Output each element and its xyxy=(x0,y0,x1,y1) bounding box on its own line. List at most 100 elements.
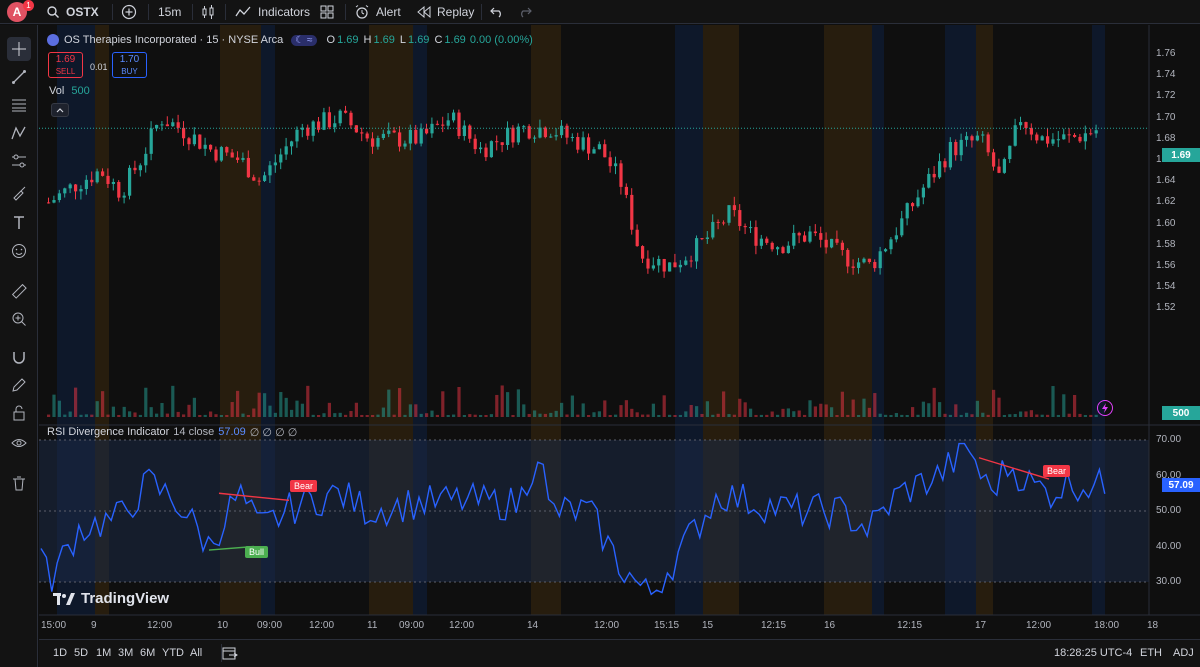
brush-tool[interactable] xyxy=(7,181,31,205)
layouts-button[interactable] xyxy=(320,0,334,24)
remove-drawings-tool[interactable] xyxy=(7,471,31,495)
magnet-tool[interactable] xyxy=(7,345,31,369)
volume-bar xyxy=(695,406,699,417)
candle-body xyxy=(716,221,720,223)
interval-button[interactable]: 15m xyxy=(158,0,181,24)
clock-display[interactable]: 18:28:25 UTC-4 xyxy=(1054,647,1132,659)
chart-type-button[interactable] xyxy=(200,0,216,24)
volume-bar xyxy=(992,389,996,417)
collapse-legend-button[interactable] xyxy=(51,103,69,117)
candle-body xyxy=(479,147,483,150)
volume-bar xyxy=(252,408,256,417)
volume-bar xyxy=(1008,414,1012,417)
symbol-search[interactable]: OSTX xyxy=(46,0,99,24)
candle-body xyxy=(981,134,985,136)
volume-bar xyxy=(948,414,952,417)
volume-bar xyxy=(47,414,51,417)
range-button-1m[interactable]: 1M xyxy=(96,647,111,659)
volume-bar xyxy=(732,414,736,417)
candle-body xyxy=(63,188,67,194)
candle-body xyxy=(128,167,132,196)
candle-body xyxy=(840,242,844,250)
candle-body xyxy=(252,177,256,181)
open-label: O xyxy=(326,34,336,46)
range-button-6m[interactable]: 6M xyxy=(140,647,155,659)
lock-tool[interactable] xyxy=(7,401,31,425)
volume-bar xyxy=(921,401,925,417)
hide-drawings-tool[interactable] xyxy=(7,431,31,455)
candle-body xyxy=(327,112,331,128)
volume-bar xyxy=(138,414,142,417)
volume-bar xyxy=(117,414,121,417)
volume-bar xyxy=(300,403,304,417)
chart-area[interactable]: OS Therapies Incorporated · 15 · NYSE Ar… xyxy=(39,25,1200,639)
indicators-button[interactable]: Indicators xyxy=(235,0,310,24)
lock-drawings-pencil-tool[interactable] xyxy=(7,373,31,397)
time-axis-label: 18 xyxy=(1147,620,1159,631)
redo-button[interactable] xyxy=(518,0,532,24)
replay-button[interactable]: Replay xyxy=(417,0,474,24)
price-axis-label: 1.56 xyxy=(1156,260,1176,271)
range-button-5d[interactable]: 5D xyxy=(74,647,88,659)
rsi-axis-label: 30.00 xyxy=(1156,576,1182,587)
trend-line-tool[interactable] xyxy=(7,65,31,89)
bear-divergence-label-2: Bear xyxy=(1043,465,1071,477)
volume-bar xyxy=(349,411,353,417)
close-value: 1.69 xyxy=(444,34,466,46)
range-button-3m[interactable]: 3M xyxy=(118,647,133,659)
undo-icon xyxy=(490,7,501,18)
range-button-1d[interactable]: 1D xyxy=(53,647,67,659)
text-tool[interactable] xyxy=(7,211,31,235)
volume-bars xyxy=(47,385,1098,417)
zoom-tool[interactable] xyxy=(7,307,31,331)
time-axis-label: 18:00 xyxy=(1094,620,1120,631)
candle-body xyxy=(986,134,990,153)
fib-tool[interactable] xyxy=(7,93,31,117)
pattern-tool[interactable] xyxy=(7,121,31,145)
notification-badge: 1 xyxy=(23,0,34,11)
bottom-toolbar: 1D 5D 1M 3M 6M YTD All 18:28:25 UTC-4 ETH ADJ xyxy=(39,639,1200,667)
symbol-title: OS Therapies Incorporated · 15 · NYSE Ar… xyxy=(64,34,284,46)
candle-body xyxy=(786,245,790,254)
rsi-extras: ∅ ∅ ∅ ∅ xyxy=(249,427,298,439)
candle-body xyxy=(1040,136,1044,141)
undo-button[interactable] xyxy=(490,0,504,24)
volume-bar xyxy=(290,409,294,417)
candle-body xyxy=(176,122,180,128)
high-value: 1.69 xyxy=(373,34,395,46)
candle-body xyxy=(630,194,634,230)
chart-canvas[interactable] xyxy=(39,25,1200,639)
range-button-all[interactable]: All xyxy=(190,647,202,659)
session-toggle[interactable]: ETH xyxy=(1140,647,1162,659)
lightning-icon[interactable] xyxy=(1097,400,1113,416)
measure-tool[interactable] xyxy=(7,279,31,303)
volume-bar xyxy=(1051,386,1055,417)
buy-button[interactable]: 1.70 BUY xyxy=(112,52,147,78)
sell-button[interactable]: 1.69 SELL xyxy=(48,52,83,78)
tradingview-watermark[interactable]: TradingView xyxy=(53,590,169,607)
crosshair-tool[interactable] xyxy=(7,37,31,61)
candle-body xyxy=(236,157,240,160)
candle-body xyxy=(214,149,218,161)
prediction-tool[interactable] xyxy=(7,149,31,173)
volume-bar xyxy=(214,414,218,417)
volume-bar xyxy=(149,407,153,417)
alert-button[interactable]: Alert xyxy=(354,0,401,24)
date-range-button[interactable] xyxy=(222,646,238,663)
candle-body xyxy=(603,144,607,158)
time-axis-label: 10 xyxy=(217,620,229,631)
compare-symbol-button[interactable] xyxy=(121,0,137,24)
candle-body xyxy=(1056,139,1060,141)
volume-bar xyxy=(916,414,920,417)
candle-body xyxy=(284,146,288,155)
emoji-tool[interactable] xyxy=(7,239,31,263)
volume-bar xyxy=(317,414,321,417)
adjust-toggle[interactable]: ADJ xyxy=(1173,647,1194,659)
market-status-icon[interactable]: ☾ ≈ xyxy=(291,34,317,46)
range-button-ytd[interactable]: YTD xyxy=(162,647,184,659)
alert-label: Alert xyxy=(376,5,401,19)
candle-body xyxy=(1008,145,1012,160)
candle-body xyxy=(1067,134,1071,136)
volume-bar xyxy=(354,402,358,417)
candle-body xyxy=(749,227,753,229)
